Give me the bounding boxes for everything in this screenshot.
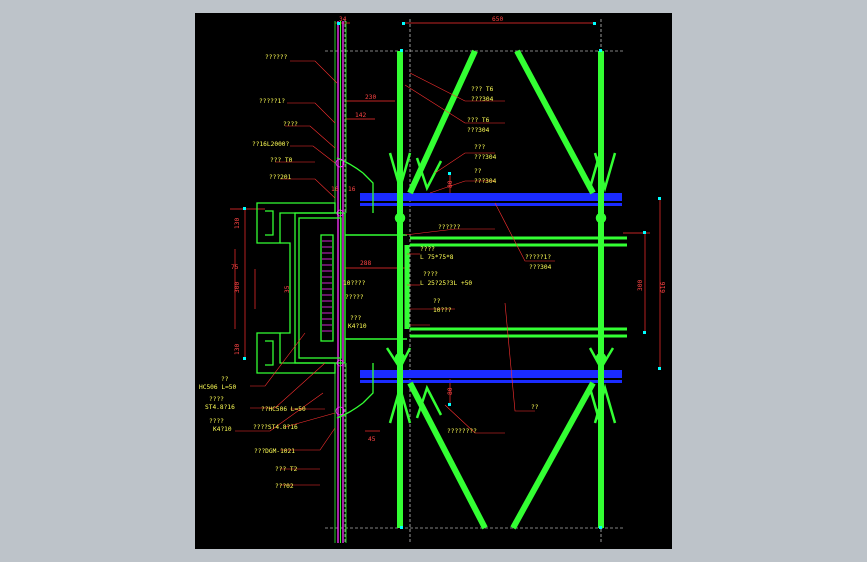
center-annotations: 10???? ????? ??? K4?10 — [343, 280, 367, 330]
right-label: ?? — [474, 168, 482, 175]
right-label: ???? — [423, 271, 438, 278]
left-label: ??? T2 — [275, 466, 298, 473]
left-label: ???? — [209, 418, 224, 425]
dim-80-bottom: 80 — [447, 387, 454, 395]
center-label: ??? — [350, 315, 361, 322]
cad-drawing: 34 650 230 142 80 80 16 16 45 288 130 75… — [199, 16, 667, 543]
right-label: ???304 — [474, 178, 497, 185]
right-label: ???304 — [467, 127, 490, 134]
left-label: ???DGM-1021 — [254, 448, 295, 455]
center-label: K4?10 — [348, 323, 367, 330]
right-label: ?????1? — [525, 254, 551, 261]
right-label: ???304 — [471, 96, 494, 103]
right-label: ??? T6 — [467, 117, 490, 124]
right-label: ???304 — [474, 154, 497, 161]
right-label: ???304 — [529, 264, 552, 271]
dim-left-300: 300 — [234, 282, 241, 293]
dim-left-130-bottom: 130 — [234, 344, 241, 355]
dim-left-130-top: 130 — [234, 218, 241, 229]
dim-288: 288 — [360, 260, 371, 267]
dim-right-616: 616 — [660, 282, 667, 293]
dim-142: 142 — [355, 112, 366, 119]
left-label: ??? T0 — [270, 157, 293, 164]
left-label: ?????1? — [259, 98, 285, 105]
left-label: ???? — [283, 121, 298, 128]
left-label: K4?10 — [213, 426, 232, 433]
center-label: ????? — [345, 294, 364, 301]
dim-16-a: 16 — [331, 186, 339, 193]
left-label: HC506 L=50 — [199, 384, 237, 391]
dim-left-35: 35 — [284, 285, 291, 293]
dim-left-75: 75 — [231, 264, 239, 271]
left-label: ?? — [221, 376, 229, 383]
dim-right-300: 300 — [637, 280, 644, 291]
dim-650: 650 — [492, 16, 503, 23]
left-label: ??HC506 L=50 — [261, 406, 306, 413]
dim-45: 45 — [368, 436, 376, 443]
left-label: ??16L2000? — [252, 141, 290, 148]
left-label: ?????? — [265, 54, 288, 61]
aluminium-profiles — [256, 157, 374, 419]
left-label: ???02 — [275, 483, 294, 490]
left-label: ???201 — [269, 174, 292, 181]
right-label: ???????? — [447, 428, 477, 435]
cad-drawing-canvas[interactable]: 34 650 230 142 80 80 16 16 45 288 130 75… — [195, 13, 672, 549]
dim-80-top: 80 — [447, 180, 454, 188]
left-label: ST4.8?16 — [205, 404, 235, 411]
left-label: ????ST4.8?16 — [253, 424, 298, 431]
right-label: ?? — [531, 404, 539, 411]
right-label: L 25?25?3L +50 — [420, 280, 472, 287]
center-label: 10???? — [343, 280, 366, 287]
right-label: ??? — [474, 144, 485, 151]
dim-34: 34 — [339, 16, 347, 23]
dim-230: 230 — [365, 94, 376, 101]
right-label: L 75*75*8 — [420, 254, 454, 261]
right-label: 10??? — [433, 307, 452, 314]
right-label: ?????? — [438, 224, 461, 231]
right-label: ???? — [420, 246, 435, 253]
right-label: ?? — [433, 298, 441, 305]
dim-16-b: 16 — [348, 186, 356, 193]
left-label: ???? — [209, 396, 224, 403]
right-label: ??? T6 — [471, 86, 494, 93]
